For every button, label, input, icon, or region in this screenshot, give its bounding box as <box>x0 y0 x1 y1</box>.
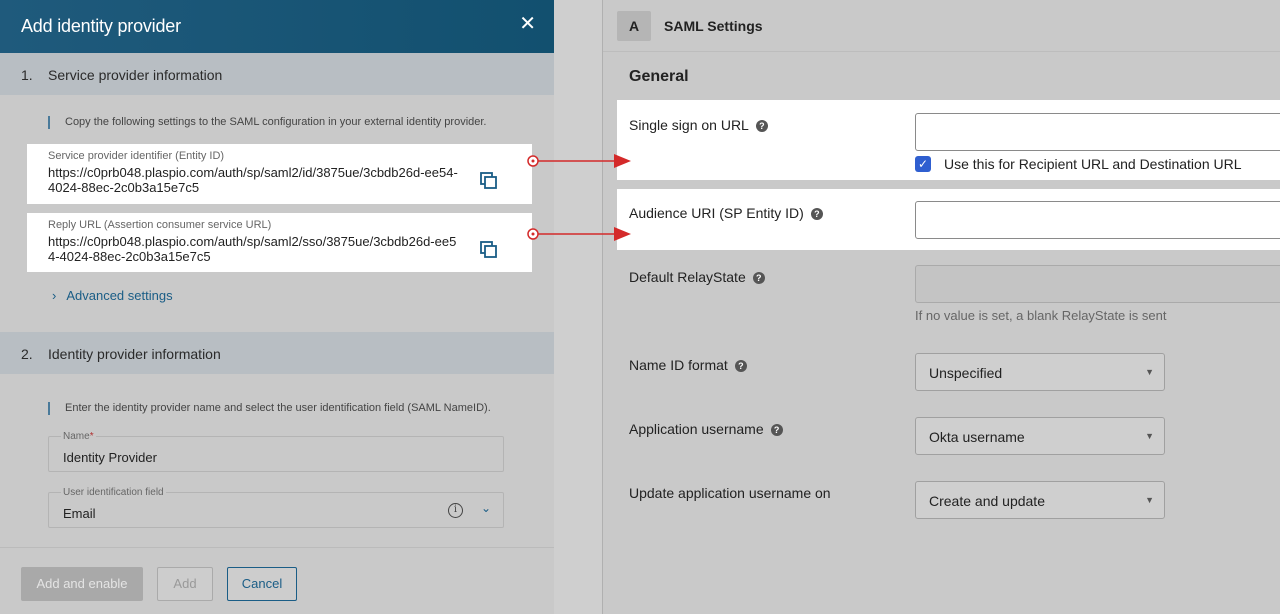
section-title: Service provider information <box>48 67 223 83</box>
audience-label: Audience URI (SP Entity ID)? <box>629 205 823 221</box>
dropdown-arrow-icon: ▼ <box>1145 367 1154 377</box>
copy-icon[interactable] <box>480 172 498 190</box>
divider <box>603 51 1280 52</box>
sso-url-input[interactable] <box>915 113 1280 151</box>
advanced-settings-label: Advanced settings <box>66 288 173 303</box>
nameid-format-select[interactable]: Unspecified ▼ <box>915 353 1165 391</box>
reply-url-caption: Reply URL (Assertion consumer service UR… <box>48 219 272 231</box>
chevron-right-icon: › <box>52 288 57 303</box>
user-identification-value: Email <box>63 506 96 521</box>
help-icon[interactable]: ? <box>755 120 768 132</box>
name-field[interactable]: Name* Identity Provider <box>48 431 504 472</box>
nameid-format-value: Unspecified <box>929 365 1003 381</box>
dialog-header: Add identity provider ✕ <box>0 0 554 53</box>
step-title: SAML Settings <box>664 18 763 34</box>
advanced-settings-link[interactable]: › Advanced settings <box>52 288 173 303</box>
step-badge: A <box>617 11 651 41</box>
help-icon[interactable]: ? <box>770 424 783 436</box>
section-identity-provider: 2. Identity provider information <box>0 332 554 374</box>
add-button[interactable]: Add <box>157 567 213 601</box>
chevron-down-icon[interactable]: ⌄ <box>481 501 491 515</box>
add-and-enable-button[interactable]: Add and enable <box>21 567 143 601</box>
dropdown-arrow-icon: ▼ <box>1145 495 1154 505</box>
close-icon[interactable]: ✕ <box>519 14 536 34</box>
name-field-value: Identity Provider <box>63 450 157 465</box>
app-username-value: Okta username <box>929 429 1025 445</box>
name-field-label: Name* <box>61 431 96 442</box>
copy-icon[interactable] <box>480 241 498 259</box>
reply-url-card: Reply URL (Assertion consumer service UR… <box>27 213 532 272</box>
dialog-title: Add identity provider <box>21 16 181 36</box>
section-service-provider: 1. Service provider information <box>0 53 554 95</box>
relaystate-label: Default RelayState? <box>629 269 765 285</box>
update-username-label: Update application username on <box>629 485 831 501</box>
update-username-value: Create and update <box>929 493 1045 509</box>
general-heading: General <box>629 68 689 85</box>
info-icon[interactable]: i <box>448 503 463 518</box>
user-identification-label: User identification field <box>61 487 166 498</box>
relaystate-hint: If no value is set, a blank RelayState i… <box>915 308 1167 323</box>
help-icon[interactable]: ? <box>734 360 747 372</box>
cancel-button[interactable]: Cancel <box>227 567 297 601</box>
section-number: 2. <box>21 346 33 362</box>
app-username-select[interactable]: Okta username ▼ <box>915 417 1165 455</box>
entity-id-value: https://c0prb048.plaspio.com/auth/sp/sam… <box>48 165 458 195</box>
entity-id-card: Service provider identifier (Entity ID) … <box>27 144 532 204</box>
nameid-label: Name ID format? <box>629 357 747 373</box>
section-title: Identity provider information <box>48 346 221 362</box>
audience-uri-input[interactable] <box>915 201 1280 239</box>
saml-settings-panel: A SAML Settings General Single sign on U… <box>602 0 1280 614</box>
add-identity-provider-dialog: Add identity provider ✕ 1. Service provi… <box>0 0 554 614</box>
relaystate-input[interactable] <box>915 265 1280 303</box>
reply-url-value: https://c0prb048.plaspio.com/auth/sp/sam… <box>48 234 457 264</box>
help-icon[interactable]: ? <box>810 208 823 220</box>
app-username-label: Application username? <box>629 421 783 437</box>
user-identification-select[interactable]: User identification field Email i ⌄ <box>48 487 504 528</box>
section-number: 1. <box>21 67 33 83</box>
dialog-footer: Add and enable Add Cancel <box>0 547 554 614</box>
help-icon[interactable]: ? <box>752 272 765 284</box>
entity-id-caption: Service provider identifier (Entity ID) <box>48 150 225 162</box>
update-username-select[interactable]: Create and update ▼ <box>915 481 1165 519</box>
recipient-url-checkbox[interactable]: ✓ <box>915 156 931 172</box>
section2-note: Enter the identity provider name and sel… <box>48 402 491 415</box>
section1-note: Copy the following settings to the SAML … <box>48 116 487 129</box>
sso-label: Single sign on URL? <box>629 117 768 133</box>
recipient-url-checkbox-label: Use this for Recipient URL and Destinati… <box>944 156 1242 172</box>
dropdown-arrow-icon: ▼ <box>1145 431 1154 441</box>
